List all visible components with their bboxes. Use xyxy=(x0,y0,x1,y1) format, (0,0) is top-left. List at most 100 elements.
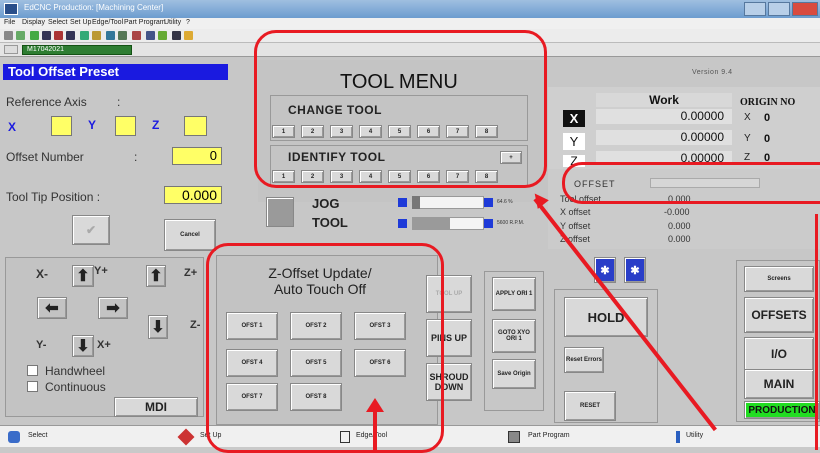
disk-icon[interactable] xyxy=(106,31,115,40)
folder-icon[interactable] xyxy=(92,31,101,40)
jog-tool-toggle[interactable] xyxy=(266,197,294,227)
tool-icon[interactable] xyxy=(66,31,75,40)
continuous-checkbox[interactable] xyxy=(27,381,38,392)
axis-y-selector[interactable]: Y xyxy=(563,133,585,150)
work-header: Work xyxy=(596,93,732,107)
tool-tip-label: Tool Tip Position : xyxy=(6,190,101,204)
offset-number-input[interactable]: 0 xyxy=(172,147,222,165)
cycle-auto-icon[interactable]: ✱ xyxy=(624,257,646,283)
grid-icon[interactable] xyxy=(42,31,51,40)
tool-readout: 5600 R.P.M. xyxy=(497,220,525,226)
reset-button[interactable]: RESET xyxy=(564,391,616,421)
check-icon: ✔ xyxy=(85,223,97,237)
menu-utility[interactable]: Utility xyxy=(164,19,181,26)
window-title: EdCNC Production: [Machining Center] xyxy=(24,3,164,12)
axis-z-toggle[interactable] xyxy=(184,116,207,136)
status-select[interactable]: Select xyxy=(28,432,47,439)
title-bar: EdCNC Production: [Machining Center] xyxy=(0,0,820,18)
zoom-icon[interactable] xyxy=(158,31,167,40)
reference-axis-colon: : xyxy=(117,95,121,109)
maximize-button[interactable] xyxy=(768,2,790,16)
jog-zminus-arrow[interactable]: ⬇ xyxy=(148,315,168,339)
jog-zplus-label: Z+ xyxy=(184,267,198,279)
jog-zminus-label: Z- xyxy=(190,319,201,331)
work-y-value: 0.00000 xyxy=(596,130,732,145)
reference-axis-label: Reference Axis xyxy=(6,95,87,109)
continuous-label: Continuous xyxy=(45,380,106,394)
annotation-arrow-head xyxy=(366,398,384,412)
app-icon xyxy=(4,3,18,15)
menu-help[interactable]: ? xyxy=(186,19,190,26)
x-offset-label: X offset xyxy=(560,207,591,217)
utility-icon xyxy=(676,431,680,443)
handwheel-checkbox[interactable] xyxy=(27,365,38,376)
jog-percent: 64.6 % xyxy=(497,199,513,205)
menu-setup[interactable]: Set Up xyxy=(70,19,91,26)
check-icon[interactable] xyxy=(30,31,39,40)
reset-errors-button[interactable]: Reset Errors xyxy=(564,347,604,373)
print-icon[interactable] xyxy=(118,31,127,40)
menu-edge-tool[interactable]: Edge/Tool xyxy=(92,19,123,26)
axis-x-label: X xyxy=(8,120,17,134)
x-offset-value: -0.000 xyxy=(664,207,690,217)
open-icon[interactable] xyxy=(16,31,25,40)
tool-slider-fill xyxy=(412,217,450,230)
origin-y-axis: Y xyxy=(744,133,751,144)
jog-zplus-arrow[interactable]: ⬆ xyxy=(146,265,166,287)
origin-x-axis: X xyxy=(744,112,751,123)
axis-x-selector[interactable]: X xyxy=(563,110,585,127)
z-offset-value: 0.000 xyxy=(668,234,691,244)
part-program-icon xyxy=(508,431,520,443)
annotation-arrow-shaft xyxy=(373,410,377,450)
ok-button[interactable]: ✔ xyxy=(72,215,110,245)
settings-icon[interactable] xyxy=(132,31,141,40)
view-icon[interactable] xyxy=(146,31,155,40)
menu-display[interactable]: Display xyxy=(22,19,45,26)
mdi-button[interactable]: MDI xyxy=(114,397,198,417)
jog-slider[interactable] xyxy=(412,196,484,209)
menu-part-program[interactable]: Part Program xyxy=(124,19,166,26)
jog-xplus-arrow[interactable]: ➡ xyxy=(98,297,128,319)
run-icon[interactable] xyxy=(80,31,89,40)
jog-yminus-label: Y- xyxy=(36,339,47,351)
tool-label: TOOL xyxy=(312,215,348,230)
jog-xminus-arrow[interactable]: ⬅ xyxy=(37,297,67,319)
close-button[interactable] xyxy=(792,2,818,16)
tool-offset-header: Tool Offset Preset xyxy=(3,64,228,80)
status-part-program[interactable]: Part Program xyxy=(528,432,570,439)
tool-minus-button[interactable] xyxy=(398,219,407,228)
goto-origin-button[interactable]: GOTO XYO ORI 1 xyxy=(492,319,536,353)
menu-select[interactable]: Select xyxy=(48,19,67,26)
stop-icon[interactable] xyxy=(54,31,63,40)
save-origin-button[interactable]: Save Origin xyxy=(492,359,536,389)
minimize-button[interactable] xyxy=(744,2,766,16)
tool-plus-button[interactable] xyxy=(484,219,493,228)
jog-yplus-arrow[interactable]: ⬆ xyxy=(72,265,94,287)
io-screen-button[interactable]: I/O xyxy=(744,337,814,371)
jog-minus-button[interactable] xyxy=(398,198,407,207)
zoffset-annotation xyxy=(206,243,444,453)
jog-slider-handle[interactable] xyxy=(412,196,420,209)
offset-number-colon: : xyxy=(134,150,138,164)
apply-origin-button[interactable]: APPLY ORI 1 xyxy=(492,277,536,311)
axis-y-toggle[interactable] xyxy=(115,116,136,136)
tool-tip-input[interactable]: 0.000 xyxy=(164,186,222,204)
menu-bar: File Display Select Set Up Edge/Tool Par… xyxy=(0,18,820,29)
version-text: Version 9.4 xyxy=(692,69,733,76)
axis-x-toggle[interactable] xyxy=(51,116,72,136)
new-icon[interactable] xyxy=(4,31,13,40)
light-icon[interactable] xyxy=(184,31,193,40)
main-screen-button[interactable]: MAIN xyxy=(744,369,814,399)
axis-z-label: Z xyxy=(152,118,160,132)
status-utility[interactable]: Utility xyxy=(686,432,703,439)
cancel-button[interactable]: Cancel xyxy=(164,219,216,251)
offsets-screen-button[interactable]: OFFSETS xyxy=(744,297,814,333)
jog-xplus-label: X+ xyxy=(97,339,111,351)
jog-plus-button[interactable] xyxy=(484,198,493,207)
info-icon[interactable] xyxy=(172,31,181,40)
label-box xyxy=(4,45,18,54)
program-combo[interactable]: M17042021 xyxy=(22,45,132,55)
jog-yminus-arrow[interactable]: ⬇ xyxy=(72,335,94,357)
production-screen-button[interactable]: PRODUCTION xyxy=(744,401,820,419)
menu-file[interactable]: File xyxy=(4,19,15,26)
